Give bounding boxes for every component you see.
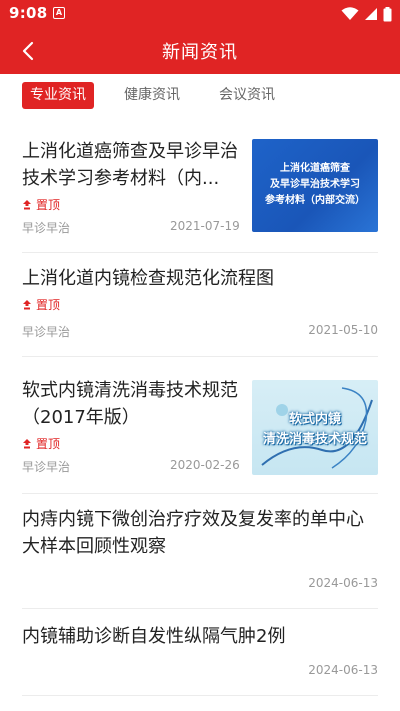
pinned-badge: 置顶	[22, 196, 60, 213]
battery-icon	[383, 6, 392, 21]
news-title: 内镜辅助诊断自发性纵隔气肿2例	[22, 626, 286, 647]
signal-icon	[365, 8, 377, 20]
news-title: 上消化道内镜检查规范化流程图	[22, 268, 274, 289]
tab-professional-news[interactable]: 专业资讯	[22, 82, 94, 109]
news-date: 2024-06-13	[308, 576, 378, 590]
pin-icon	[23, 199, 31, 209]
tab-conference-news[interactable]: 会议资讯	[211, 82, 283, 109]
news-title: 上消化道癌筛查及早诊早治技术学习参考材料（内...	[22, 141, 238, 189]
system-icons	[341, 6, 392, 22]
news-item[interactable]: 内痔内镜下微创治疗疗效及复发率的单中心大样本回顾性观察 2024-06-13	[22, 494, 378, 609]
thumbnail-text: 上消化道癌筛查 及早诊早治技术学习 参考材料（内部交流）	[252, 161, 378, 209]
pinned-label: 置顶	[36, 437, 61, 451]
news-date: 2024-06-13	[308, 663, 378, 677]
pinned-label: 置顶	[36, 198, 61, 212]
pinned-badge: 置顶	[22, 435, 60, 452]
news-date: 2020-02-26	[170, 458, 240, 472]
pin-icon	[23, 438, 31, 448]
news-item[interactable]: 上消化道癌筛查及早诊早治技术学习参考材料（内... 置顶 早诊早治 2021-0…	[22, 118, 378, 253]
news-date: 2021-07-19	[170, 219, 240, 233]
page-title: 新闻资讯	[162, 42, 238, 63]
news-date: 2021-05-10	[308, 323, 378, 337]
news-source: 早诊早治	[22, 325, 71, 339]
news-title: 软式内镜清洗消毒技术规范（2017年版）	[22, 380, 238, 428]
thumbnail-line: 软式内镜	[288, 412, 341, 427]
news-thumbnail: 软式内镜 清洗消毒技术规范	[252, 380, 378, 475]
tab-health-news[interactable]: 健康资讯	[116, 82, 188, 109]
category-tabs: 专业资讯 健康资讯 会议资讯	[0, 74, 400, 116]
news-source: 早诊早治	[22, 460, 71, 474]
news-item[interactable]: 软式内镜清洗消毒技术规范（2017年版） 置顶 早诊早治 2020-02-26 …	[22, 357, 378, 494]
pinned-badge: 置顶	[22, 296, 60, 313]
news-list: 上消化道癌筛查及早诊早治技术学习参考材料（内... 置顶 早诊早治 2021-0…	[22, 118, 378, 696]
pinned-label: 置顶	[36, 298, 61, 312]
thumbnail-line: 参考材料（内部交流）	[265, 195, 365, 206]
thumbnail-line: 及早诊早治技术学习	[270, 179, 360, 190]
news-source: 早诊早治	[22, 221, 71, 235]
status-time: 9:08	[9, 4, 48, 22]
wifi-icon	[341, 7, 359, 20]
notification-a-icon: A	[53, 7, 65, 19]
news-item[interactable]: 内镜辅助诊断自发性纵隔气肿2例 2024-06-13	[22, 609, 378, 696]
news-thumbnail: 上消化道癌筛查 及早诊早治技术学习 参考材料（内部交流）	[252, 139, 378, 232]
pin-icon	[23, 299, 31, 309]
app-bar: 新闻资讯	[0, 28, 400, 74]
thumbnail-line: 上消化道癌筛查	[280, 163, 350, 174]
app-header: 9:08 A 新闻资讯	[0, 0, 400, 74]
status-bar: 9:08 A	[0, 0, 400, 28]
news-title: 内痔内镜下微创治疗疗效及复发率的单中心大样本回顾性观察	[22, 509, 364, 557]
thumbnail-line: 清洗消毒技术规范	[262, 432, 367, 447]
news-item[interactable]: 上消化道内镜检查规范化流程图 置顶 早诊早治 2021-05-10	[22, 253, 378, 357]
